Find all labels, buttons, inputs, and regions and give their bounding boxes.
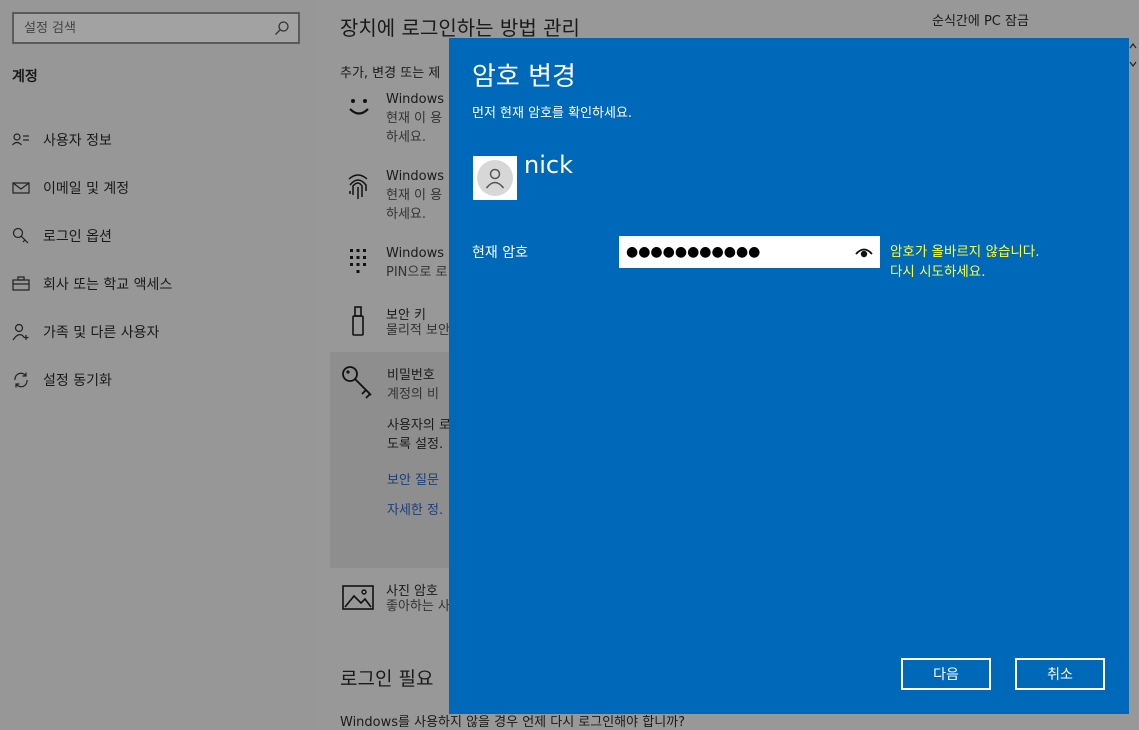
option-desc: 현재 이 용 — [386, 111, 443, 126]
option-desc: 하세요. — [386, 207, 427, 222]
option-title: Windows — [386, 92, 445, 107]
security-questions-link[interactable]: 보안 질문 — [387, 469, 439, 488]
scroll-up-icon[interactable] — [1129, 40, 1137, 52]
sidebar: 계정 사용자 정보 이메일 및 계정 로그인 옵션 회사 또는 학교 액세스 — [0, 0, 317, 730]
option-title: 비밀번호 — [387, 368, 435, 383]
error-line-2: 다시 시도하세요. — [890, 264, 986, 280]
learn-more-link[interactable]: 자세한 정. — [387, 499, 443, 518]
picture-icon — [342, 585, 374, 610]
key-icon — [12, 227, 30, 245]
dialog-subtitle: 먼저 현재 암호를 확인하세요. — [472, 106, 633, 121]
sidebar-heading: 계정 — [12, 69, 38, 85]
pin-keypad-icon — [350, 249, 366, 273]
sidebar-item-label: 회사 또는 학교 액세스 — [43, 277, 173, 293]
search-input[interactable] — [14, 14, 264, 42]
current-password-field[interactable] — [619, 236, 880, 268]
keys-icon — [342, 366, 372, 399]
sidebar-nav: 사용자 정보 이메일 및 계정 로그인 옵션 회사 또는 학교 액세스 가족 및… — [0, 116, 317, 404]
person-add-icon — [12, 323, 30, 341]
option-title: Windows — [386, 246, 445, 261]
option-desc: 좋아하는 사 — [386, 599, 450, 614]
mail-icon — [12, 179, 30, 197]
sidebar-item-sync[interactable]: 설정 동기화 — [0, 356, 317, 404]
scroll-down-icon[interactable] — [1129, 58, 1137, 70]
next-button[interactable]: 다음 — [901, 658, 991, 690]
change-password-dialog: 암호 변경 먼저 현재 암호를 확인하세요. nick 현재 암호 암호가 올바… — [449, 38, 1129, 714]
current-password-input[interactable] — [620, 237, 845, 267]
dialog-title: 암호 변경 — [472, 62, 576, 92]
lock-pc-label: 순식간에 PC 잠금 — [932, 14, 1029, 29]
sidebar-item-label: 로그인 옵션 — [43, 229, 112, 245]
username: nick — [524, 151, 573, 179]
sidebar-item-label: 설정 동기화 — [43, 373, 112, 389]
smile-icon — [349, 99, 369, 115]
reveal-password-icon[interactable] — [855, 245, 873, 259]
current-password-label: 현재 암호 — [472, 245, 528, 261]
cancel-button[interactable]: 취소 — [1015, 658, 1105, 690]
avatar — [473, 156, 517, 200]
option-desc: 계정의 비 — [387, 387, 439, 402]
usb-key-icon — [352, 306, 364, 336]
error-message: 암호가 올바르지 않습니다. 다시 시도하세요. — [890, 242, 1040, 282]
user-info-icon — [12, 131, 30, 149]
option-title: Windows — [386, 169, 445, 184]
sidebar-item-user-info[interactable]: 사용자 정보 — [0, 116, 317, 164]
sync-icon — [12, 371, 30, 389]
user-avatar-icon — [477, 160, 513, 196]
fingerprint-icon — [348, 174, 368, 199]
option-desc: 물리적 보안 — [386, 323, 450, 338]
option-desc: 현재 이 용 — [386, 188, 443, 203]
sidebar-item-work-school[interactable]: 회사 또는 학교 액세스 — [0, 260, 317, 308]
sidebar-item-label: 가족 및 다른 사용자 — [43, 325, 160, 341]
option-desc: 사용자의 로 — [387, 418, 451, 433]
sidebar-item-label: 이메일 및 계정 — [43, 181, 130, 197]
page-subtitle: 추가, 변경 또는 제 — [340, 66, 441, 81]
option-desc: PIN으로 로 — [386, 265, 448, 280]
sidebar-item-signin-options[interactable]: 로그인 옵션 — [0, 212, 317, 260]
search-icon[interactable] — [274, 20, 290, 36]
briefcase-icon — [12, 275, 30, 293]
page-title: 장치에 로그인하는 방법 관리 — [340, 16, 580, 40]
option-desc: 하세요. — [386, 130, 427, 145]
sidebar-item-family[interactable]: 가족 및 다른 사용자 — [0, 308, 317, 356]
error-line-1: 암호가 올바르지 않습니다. — [890, 244, 1040, 260]
sidebar-item-label: 사용자 정보 — [43, 133, 112, 149]
search-box[interactable] — [12, 12, 300, 44]
option-desc: 도록 설정. — [387, 437, 444, 452]
section-heading-require-signin: 로그인 필요 — [340, 668, 434, 690]
sidebar-item-email[interactable]: 이메일 및 계정 — [0, 164, 317, 212]
